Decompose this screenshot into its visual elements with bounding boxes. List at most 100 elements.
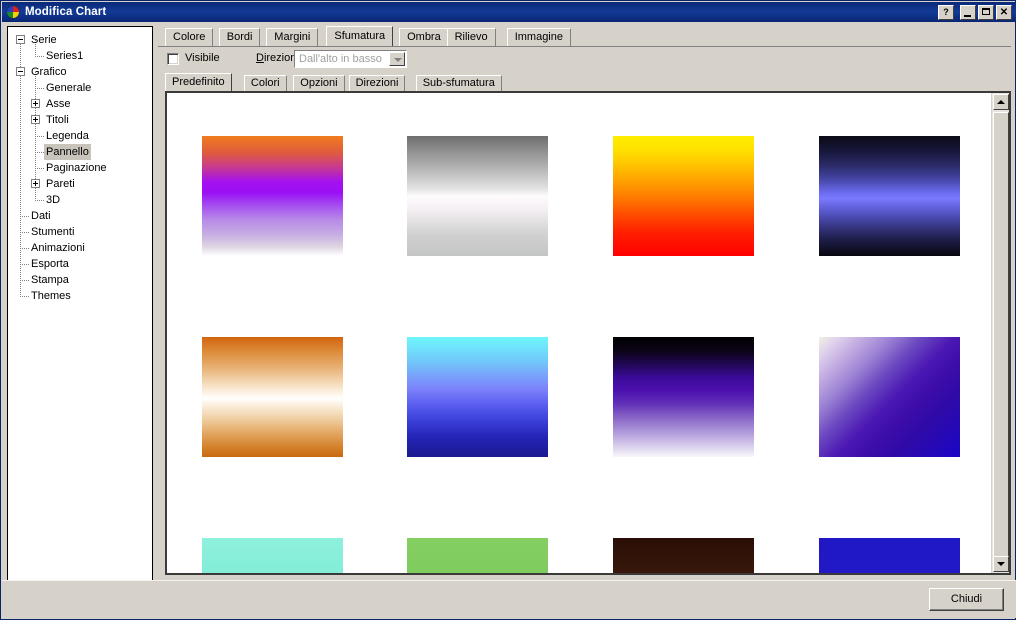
gradient-swatch-diagonal-white-purple-blue[interactable]: [819, 337, 960, 457]
tree-expand-icon[interactable]: [31, 115, 40, 124]
tree-expand-icon[interactable]: [31, 99, 40, 108]
tree-item-label: Pareti: [46, 178, 75, 190]
tree-item-label: Esporta: [31, 258, 69, 270]
tree-guide-line: [20, 296, 30, 297]
tab-ombra[interactable]: Ombra: [399, 28, 449, 46]
direzione-value: Dall'alto in basso: [299, 53, 382, 65]
subtab-label: Colori: [250, 77, 280, 89]
tree-guide-line: [35, 136, 45, 137]
close-button[interactable]: ✕: [996, 4, 1012, 20]
scroll-up-button[interactable]: [993, 94, 1009, 110]
tree-item-label: Generale: [46, 82, 92, 94]
visibile-label: Visibile: [185, 52, 220, 64]
gradient-swatch-cyan-blue-darkblue[interactable]: [407, 337, 548, 457]
direzione-combobox[interactable]: Dall'alto in basso: [294, 50, 407, 68]
tab-label: Margini: [274, 31, 311, 43]
subtab-label: Sub-sfumatura: [422, 77, 495, 89]
subtab-label: Direzioni: [355, 77, 399, 89]
tab-label: Ombra: [407, 31, 441, 43]
tree-item-themes[interactable]: Themes: [8, 288, 152, 304]
tree-item-esporta[interactable]: Esporta: [8, 256, 152, 272]
tree-item-label: Paginazione: [46, 162, 107, 174]
gradient-swatch-light-green[interactable]: [407, 538, 548, 573]
tree-item-label: Pannello: [44, 144, 91, 160]
tree-item-label: Asse: [46, 98, 71, 110]
minimize-icon: [964, 14, 971, 17]
gradient-options-row: Visibile Direzione: Dall'alto in basso: [158, 48, 1011, 72]
tree-guide-line: [20, 216, 30, 217]
help-button[interactable]: ?: [938, 4, 954, 20]
tab-label: Rilievo: [454, 31, 488, 43]
gradient-swatch-gray-white-gray-double[interactable]: [407, 136, 548, 256]
tree-collapse-icon[interactable]: [16, 35, 25, 44]
tab-sfumatura[interactable]: Sfumatura: [326, 26, 394, 46]
gradient-swatch-orange-magenta-purple-white[interactable]: [202, 136, 343, 256]
tree-item-stumenti[interactable]: Stumenti: [8, 224, 152, 240]
gradient-swatch-aqua-turquoise[interactable]: [202, 538, 343, 573]
visibile-checkbox[interactable]: [167, 53, 179, 65]
scroll-down-button[interactable]: [993, 556, 1009, 572]
tab-label: Sfumatura: [334, 30, 386, 42]
tree-guide-line: [20, 280, 30, 281]
tree-guide-line: [35, 168, 45, 169]
tree-item-serie[interactable]: Serie: [8, 32, 152, 48]
tab-label: Colore: [173, 31, 206, 43]
tree-item-grafico[interactable]: Grafico: [8, 64, 152, 80]
subtab-direzioni[interactable]: Direzioni: [348, 75, 406, 91]
subtab-sub-sfumatura[interactable]: Sub-sfumatura: [415, 75, 502, 91]
tab-rilievo[interactable]: Rilievo: [446, 28, 496, 46]
tree-item-label: Serie: [31, 34, 57, 46]
minimize-button[interactable]: [960, 4, 976, 20]
gradient-swatch-black-purple-white[interactable]: [613, 337, 754, 457]
gradient-swatch-orange-white-orange[interactable]: [202, 337, 343, 457]
direzione-mnemonic: D: [256, 52, 264, 64]
title-bar: Modifica Chart ? ✕: [2, 2, 1016, 22]
gradient-swatch-dark-brown[interactable]: [613, 538, 754, 573]
subtab-predefinito[interactable]: Predefinito: [165, 73, 232, 91]
tree-item-label: Titoli: [46, 114, 69, 126]
tree-item-generale[interactable]: Generale: [8, 80, 152, 96]
subtab-colori[interactable]: Colori: [243, 75, 287, 91]
footer-bar: Chiudi: [2, 580, 1016, 618]
gradient-swatch-panel: [165, 91, 1011, 575]
tree-item-label: 3D: [46, 194, 61, 206]
close-dialog-button[interactable]: Chiudi: [929, 588, 1004, 611]
tab-bordi[interactable]: Bordi: [218, 28, 261, 46]
tree-item-label: Stampa: [31, 274, 69, 286]
vertical-scrollbar[interactable]: [991, 93, 1009, 573]
tab-label: Bordi: [226, 31, 253, 43]
tree-item-animazioni[interactable]: Animazioni: [8, 240, 152, 256]
tree-item-legenda[interactable]: Legenda: [8, 128, 152, 144]
tree-item-titoli[interactable]: Titoli: [8, 112, 152, 128]
gradient-swatch-blue-indigo[interactable]: [819, 538, 960, 573]
tree-item-dati[interactable]: Dati: [8, 208, 152, 224]
tree-item-label: Legenda: [46, 130, 89, 142]
tree-item-paginazione[interactable]: Paginazione: [8, 160, 152, 176]
tree-expand-icon[interactable]: [31, 179, 40, 188]
subtab-opzioni[interactable]: Opzioni: [293, 75, 345, 91]
tree-item-series1[interactable]: Series1: [8, 48, 152, 64]
chevron-down-icon[interactable]: [389, 52, 405, 66]
tree-item-pareti[interactable]: Pareti: [8, 176, 152, 192]
tree-item-label: Animazioni: [31, 242, 85, 254]
scrollbar-thumb[interactable]: [993, 112, 1009, 567]
tree-item-3d[interactable]: 3D: [8, 192, 152, 208]
tree-item-stampa[interactable]: Stampa: [8, 272, 152, 288]
tree-item-label: Themes: [31, 290, 71, 302]
properties-pane: Colore Bordi Margini Sfumatura Ombra Rilievo I…: [158, 26, 1011, 581]
gradient-swatch-yellow-orange-red[interactable]: [613, 136, 754, 256]
tree-item-asse[interactable]: Asse: [8, 96, 152, 112]
tree-item-pannello[interactable]: Pannello: [8, 144, 152, 160]
tree-collapse-icon[interactable]: [16, 67, 25, 76]
subtab-label: Predefinito: [172, 76, 225, 88]
navigation-tree[interactable]: Serie Series1 Grafico Generale Asse Titoli Leg…: [7, 26, 153, 581]
tab-immagine[interactable]: Immagine: [506, 28, 571, 46]
tab-colore[interactable]: Colore: [165, 28, 214, 46]
maximize-button[interactable]: [978, 4, 994, 20]
tree-guide-line: [35, 56, 45, 57]
tree-guide-line: [20, 264, 30, 265]
gradient-swatch-black-blue-black[interactable]: [819, 136, 960, 256]
tree-guide-line: [35, 152, 45, 153]
tree-item-label: Grafico: [31, 66, 67, 78]
tab-margini[interactable]: Margini: [266, 28, 319, 46]
